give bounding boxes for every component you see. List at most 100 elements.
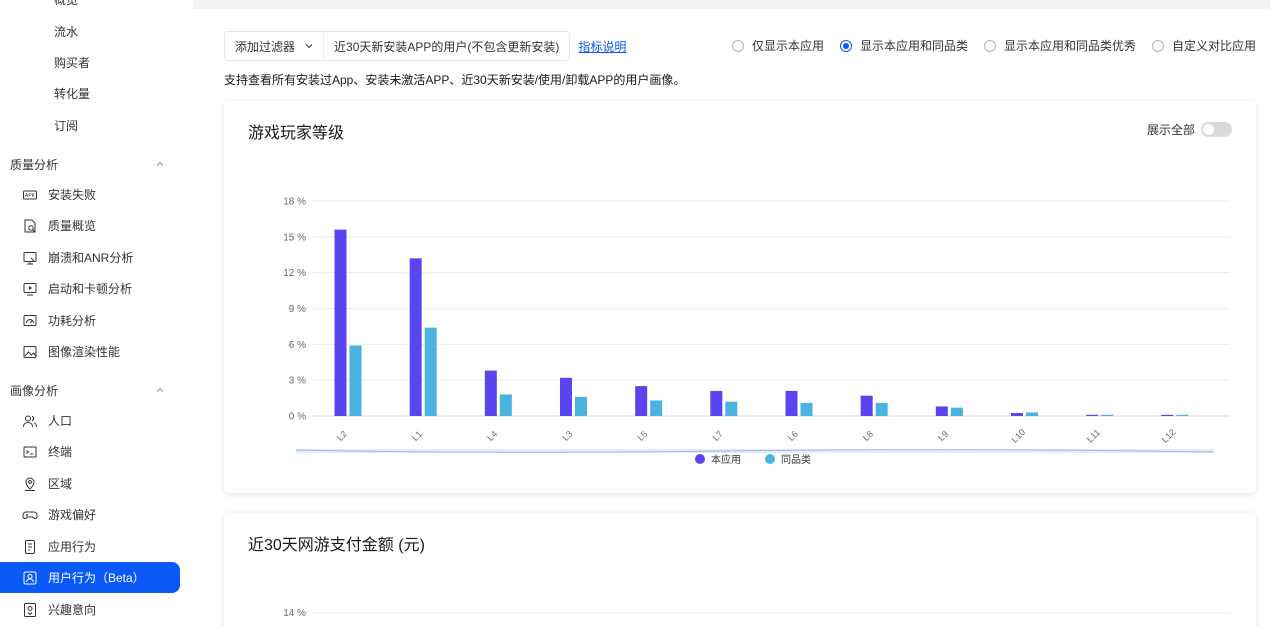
page-description: 支持查看所有安装过App、安装未激活APP、近30天新安装/使用/卸载APP的用… xyxy=(224,73,686,87)
bar xyxy=(935,406,948,416)
y-tick-label: 3 % xyxy=(289,376,306,387)
y-tick-label: 14 % xyxy=(283,608,306,619)
image-icon xyxy=(22,344,38,360)
x-tick-label: L3 xyxy=(560,429,574,443)
game-level-chart: 0 % 3 % 6 % 9 % 12 % 15 % 18 % L2 L1 L4 L3 L5 L7 L6 L8… xyxy=(283,197,1230,466)
filter-row: 添加过滤器 近30天新安装APP的用户(不包含更新安装) 指标说明 xyxy=(224,31,626,61)
add-filter-label: 添加过滤器 xyxy=(235,39,296,54)
bar xyxy=(424,327,437,416)
gauge-icon xyxy=(22,313,38,329)
sidebar-item-label: 崩溃和ANR分析 xyxy=(48,251,134,265)
bar xyxy=(785,390,798,416)
filter-tag-label: 近30天新安装APP的用户(不包含更新安装) xyxy=(334,39,560,54)
sidebar-item-label: 兴趣意向 xyxy=(48,603,97,617)
radio-label: 显示本应用和同品类 xyxy=(859,39,968,53)
sidebar-item-label: 功耗分析 xyxy=(48,314,97,328)
x-tick-label: L10 xyxy=(1010,427,1028,445)
sidebar-item-buyers[interactable]: 购买者 xyxy=(54,55,90,71)
bar xyxy=(334,229,347,416)
user-behavior-icon xyxy=(22,570,38,586)
sidebar-item-game-pref[interactable]: 游戏偏好 xyxy=(0,499,180,530)
sidebar-item-subscription[interactable]: 订阅 xyxy=(54,118,78,134)
sidebar-item-population[interactable]: 人口 xyxy=(0,405,180,436)
y-tick-label: 0 % xyxy=(289,412,306,423)
sidebar-item-label: 质量概览 xyxy=(48,219,97,233)
app-icon xyxy=(22,539,38,555)
document-search-icon xyxy=(22,218,38,234)
x-tick-label: L8 xyxy=(861,429,875,443)
x-tick-label: L7 xyxy=(711,429,725,443)
bar xyxy=(635,386,648,416)
bar xyxy=(1011,413,1023,416)
sidebar-item-label: 游戏偏好 xyxy=(48,508,97,522)
sidebar-item-render[interactable]: 图像渲染性能 xyxy=(0,336,180,367)
compare-radio-group: 仅显示本应用 显示本应用和同品类 显示本应用和同品类优秀 自定义对比应用 xyxy=(716,37,1256,54)
payment-chart: 14 % xyxy=(283,608,1230,619)
bar xyxy=(1161,414,1174,416)
radio-own-and-category[interactable]: 显示本应用和同品类 xyxy=(839,37,968,54)
radio-label: 自定义对比应用 xyxy=(1171,39,1256,53)
sidebar-item-label: 启动和卡顿分析 xyxy=(48,282,133,296)
radio-own-and-top-category[interactable]: 显示本应用和同品类优秀 xyxy=(983,37,1136,54)
y-tick-label: 12 % xyxy=(283,268,306,279)
crash-icon xyxy=(22,250,38,266)
chevron-up-icon xyxy=(156,387,164,392)
gamepad-icon xyxy=(22,507,38,523)
sidebar-group-portrait[interactable]: 画像分析 xyxy=(10,383,170,399)
sidebar-item-label: 人口 xyxy=(48,414,73,428)
x-tick-label: L9 xyxy=(936,429,950,443)
sidebar-item-label: 用户行为（Beta） xyxy=(48,571,145,585)
payment-amount-card: 近30天网游支付金额 (元) 14 % xyxy=(224,513,1256,626)
x-tick-label: L6 xyxy=(786,429,800,443)
sidebar-item-startup[interactable]: 启动和卡顿分析 xyxy=(0,273,180,304)
sidebar-item-region[interactable]: 区域 xyxy=(0,468,180,499)
main-content: 添加过滤器 近30天新安装APP的用户(不包含更新安装) 指标说明 仅显示本应用… xyxy=(193,9,1270,626)
sidebar-item-install-failure[interactable]: APK 安装失败 xyxy=(0,179,180,210)
bar xyxy=(860,395,873,416)
radio-own-app[interactable]: 仅显示本应用 xyxy=(731,37,824,54)
metric-help-link[interactable]: 指标说明 xyxy=(578,38,626,55)
sidebar-item-revenue[interactable]: 流水 xyxy=(54,24,78,40)
sidebar-group-label: 质量分析 xyxy=(10,158,59,172)
sidebar-item-quality-overview[interactable]: 质量概览 xyxy=(0,210,180,241)
chevron-down-icon xyxy=(305,44,313,49)
sidebar-group-quality[interactable]: 质量分析 xyxy=(10,157,170,173)
bar xyxy=(725,401,738,416)
y-tick-label: 15 % xyxy=(283,232,306,243)
legend-label: 同品类 xyxy=(781,453,811,466)
bar xyxy=(484,370,497,416)
add-filter-dropdown[interactable]: 添加过滤器 xyxy=(225,32,323,60)
sidebar-item-overview[interactable]: 概览 xyxy=(54,0,78,8)
radio-dot-checked xyxy=(839,39,852,52)
bar xyxy=(650,400,663,416)
x-tick-label: L2 xyxy=(335,429,349,443)
sidebar-item-label: 图像渲染性能 xyxy=(48,345,121,359)
sidebar-item-label: 安装失败 xyxy=(48,188,97,202)
bar xyxy=(1086,414,1099,416)
y-tick-label: 18 % xyxy=(283,197,306,208)
sidebar-item-user-behavior[interactable]: 用户行为（Beta） xyxy=(0,562,180,593)
sidebar-item-interest[interactable]: 兴趣意向 xyxy=(0,594,180,625)
svg-text:APK: APK xyxy=(25,193,36,199)
sidebar-item-label: 区域 xyxy=(48,477,73,491)
radio-label: 仅显示本应用 xyxy=(751,39,824,53)
bar xyxy=(499,394,512,416)
radio-label: 显示本应用和同品类优秀 xyxy=(1003,39,1136,53)
sidebar-item-conversion[interactable]: 转化量 xyxy=(54,86,90,102)
sidebar-item-power[interactable]: 功耗分析 xyxy=(0,305,180,336)
sidebar-item-terminal[interactable]: 终端 xyxy=(0,436,180,467)
bar xyxy=(409,258,422,416)
y-tick-label: 6 % xyxy=(289,340,306,351)
sidebar-item-crash-anr[interactable]: 崩溃和ANR分析 xyxy=(0,242,180,273)
bar xyxy=(1026,412,1038,416)
sidebar-group-label: 画像分析 xyxy=(10,384,59,398)
x-tick-label: L1 xyxy=(410,429,424,443)
sidebar: 概览 流水 购买者 转化量 订阅 质量分析 APK 安装失败 质量概览 崩溃和A… xyxy=(0,0,193,626)
radio-custom-compare[interactable]: 自定义对比应用 xyxy=(1151,37,1256,54)
bar xyxy=(1176,414,1189,416)
bar xyxy=(950,407,963,416)
bar xyxy=(800,402,813,416)
sidebar-item-app-behavior[interactable]: 应用行为 xyxy=(0,531,180,562)
filter-tag[interactable]: 近30天新安装APP的用户(不包含更新安装) xyxy=(323,32,569,60)
bar xyxy=(560,377,572,416)
